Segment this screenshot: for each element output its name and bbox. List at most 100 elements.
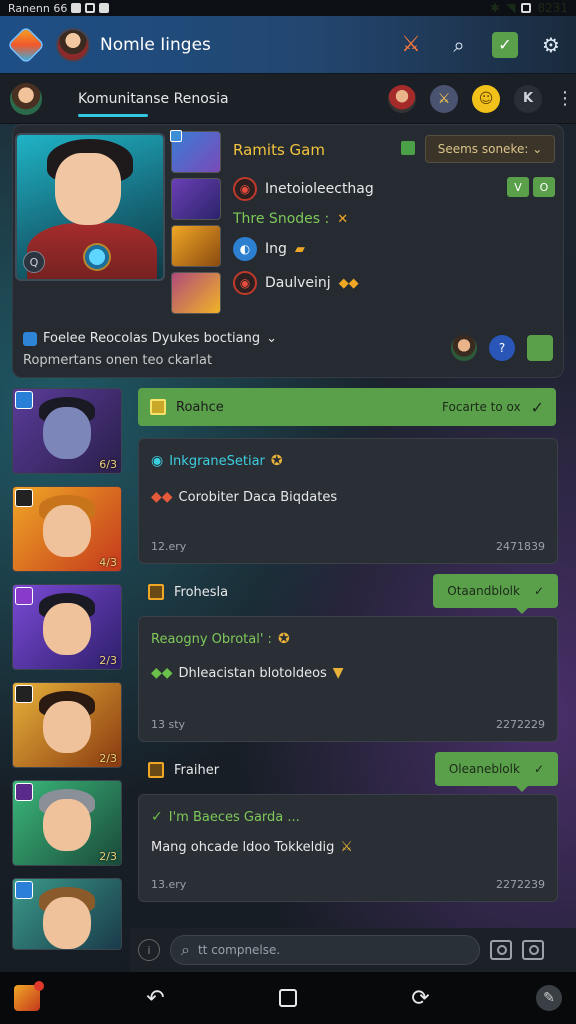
home-icon[interactable]: [271, 989, 305, 1007]
profile-row-4[interactable]: ◉ Daulveinj ◆◆: [233, 271, 359, 295]
recent-icon[interactable]: ⟳: [404, 986, 438, 1011]
hero-tile[interactable]: 2/3: [12, 682, 122, 768]
search-icon: ⌕: [181, 940, 190, 959]
hero-tile[interactable]: 2/3: [12, 584, 122, 670]
post-card[interactable]: ✓ I'm Baeces Garda ... Mang ohcade ldoo …: [138, 794, 558, 902]
hero-list: 6/3 4/3 2/3 2/3 2/3: [12, 388, 122, 962]
bluetooth-icon: ✱: [490, 1, 501, 15]
notification-icon-2: [85, 3, 96, 13]
share-icon[interactable]: [527, 335, 553, 361]
hero-face: [55, 153, 121, 225]
profile-footer-line[interactable]: Foelee Reocolas Dyukes boctiang ⌄: [23, 331, 277, 346]
sub-tab[interactable]: Komunitanse Renosia: [78, 79, 229, 119]
photo-icon[interactable]: [522, 940, 544, 960]
gem-icon: [83, 243, 111, 271]
profile-row-1[interactable]: ◉ Inetoioleecthag: [233, 177, 374, 201]
check-circle-icon: ✓: [151, 809, 163, 825]
hero-level: 2/3: [99, 654, 117, 667]
hero-portrait[interactable]: Q: [15, 133, 165, 281]
reply-row: Fraiher Oleaneblolk ✓: [138, 750, 560, 794]
notification-icon-3: [99, 3, 110, 13]
feed: Roahce Focarte to ox ✓ ◉ InkgraneSetiar …: [138, 388, 560, 902]
status-bar: Ranenn 66 ✱ ◥ 8231: [0, 0, 576, 16]
home-square: [279, 989, 297, 1007]
check-icon: ✓: [530, 397, 544, 417]
hero-face: [43, 897, 91, 949]
search-box[interactable]: ⌕: [170, 935, 480, 965]
post-date: 2272229: [496, 718, 545, 731]
post-date: 2272239: [496, 878, 545, 891]
k-icon[interactable]: K: [514, 84, 542, 113]
info-icon[interactable]: i: [138, 939, 160, 961]
toggle-group: V O: [507, 177, 555, 197]
crossed-swords-icon: ✕: [337, 211, 349, 227]
status-dropdown[interactable]: Seems soneke: ⌄: [425, 135, 555, 163]
mini-hero-1[interactable]: [170, 130, 221, 173]
mini-hero-3[interactable]: [171, 225, 221, 267]
reply-label: Fraiher: [148, 762, 219, 778]
hero-level: 6/3: [99, 458, 117, 471]
hero-tile[interactable]: 4/3: [12, 486, 122, 572]
profile-row-2: Thre Snodes : ✕: [233, 211, 348, 227]
section-bar[interactable]: Roahce Focarte to ox ✓: [138, 388, 556, 426]
hero-tile[interactable]: 2/3: [12, 780, 122, 866]
post-body: ◆◆ Corobiter Daca Biqdates: [151, 489, 337, 505]
profile-row-label: Ing: [265, 241, 287, 257]
battery-icon: [521, 3, 532, 13]
post-body-text: Dhleacistan blotoldeos: [178, 665, 327, 681]
camera-icon[interactable]: [490, 940, 512, 960]
pen-icon[interactable]: ✎: [536, 985, 562, 1011]
friend-avatar[interactable]: [451, 335, 477, 361]
profile-name: Ramits Gam: [233, 141, 325, 159]
profile-row-3[interactable]: ◐ Ing ▰: [233, 237, 305, 261]
blue-orb-icon: ◐: [233, 237, 257, 261]
sword-icon[interactable]: ⚔: [396, 30, 426, 60]
hero-icon[interactable]: [388, 84, 416, 113]
post-card[interactable]: Reaogny Obrotal' : ✪ ◆◆ Dhleacistan blot…: [138, 616, 558, 742]
class-icon: [15, 489, 33, 507]
search-icon[interactable]: ⌕: [444, 30, 474, 60]
reply-bubble[interactable]: Otaandblolk ✓: [433, 574, 558, 614]
reply-bubble[interactable]: Oleaneblolk ✓: [434, 752, 558, 792]
hero-tile[interactable]: 6/3: [12, 388, 122, 474]
post-title-text: I'm Baeces Garda ...: [168, 809, 300, 825]
carrier-label: Ranenn 66: [8, 1, 68, 15]
toggle-v[interactable]: V: [507, 177, 529, 197]
chest-icon: ▰: [294, 241, 305, 257]
tag-icon: [170, 130, 182, 142]
fire-icon: ◆◆: [151, 489, 173, 505]
hero-tile[interactable]: [12, 878, 122, 950]
reply-row: Frohesla Otaandblolk ✓: [138, 572, 560, 616]
profile-row-label: Thre Snodes :: [233, 211, 330, 227]
mini-hero-2[interactable]: [171, 178, 221, 220]
mini-hero-list: [170, 130, 223, 319]
post-body-text: Mang ohcade ldoo Tokkeldig: [151, 839, 335, 855]
composer: i ⌕: [130, 928, 576, 972]
help-icon[interactable]: ?: [489, 335, 515, 361]
post-time: 12.ery: [151, 540, 187, 553]
badge-icon[interactable]: Q: [23, 251, 45, 273]
smile-icon[interactable]: ☺: [472, 84, 500, 113]
back-icon[interactable]: ↶: [139, 986, 173, 1011]
sub-title: Komunitanse Renosia: [78, 90, 229, 107]
mini-hero-4[interactable]: [171, 272, 221, 314]
toggle-o[interactable]: O: [533, 177, 555, 197]
tab-underline: [78, 113, 148, 117]
gear-icon[interactable]: ⚙: [536, 30, 566, 60]
app-shortcut-icon[interactable]: [14, 981, 44, 1011]
footer-line-2: Ropmertans onen teo ckarlat: [23, 353, 213, 368]
user-avatar[interactable]: [56, 27, 90, 62]
sword-icon: ⚔: [340, 839, 353, 855]
system-nav-bar: ↶ ⟳ ✎: [0, 972, 576, 1024]
more-icon[interactable]: ⋮: [556, 88, 574, 109]
app-header: Nomle Iinges ⚔ ⌕ ✓ ⚙: [0, 16, 576, 74]
message-input[interactable]: [197, 943, 458, 957]
app-logo-icon[interactable]: [9, 27, 43, 62]
class-icon: [15, 391, 33, 409]
sword-icon[interactable]: ⚔: [430, 84, 458, 113]
check-icon[interactable]: ✓: [492, 31, 518, 58]
hero-avatar[interactable]: [10, 82, 42, 115]
class-icon: [15, 587, 33, 605]
app-title: Nomle Iinges: [100, 34, 211, 55]
post-card[interactable]: ◉ InkgraneSetiar ✪ ◆◆ Corobiter Daca Biq…: [138, 438, 558, 564]
